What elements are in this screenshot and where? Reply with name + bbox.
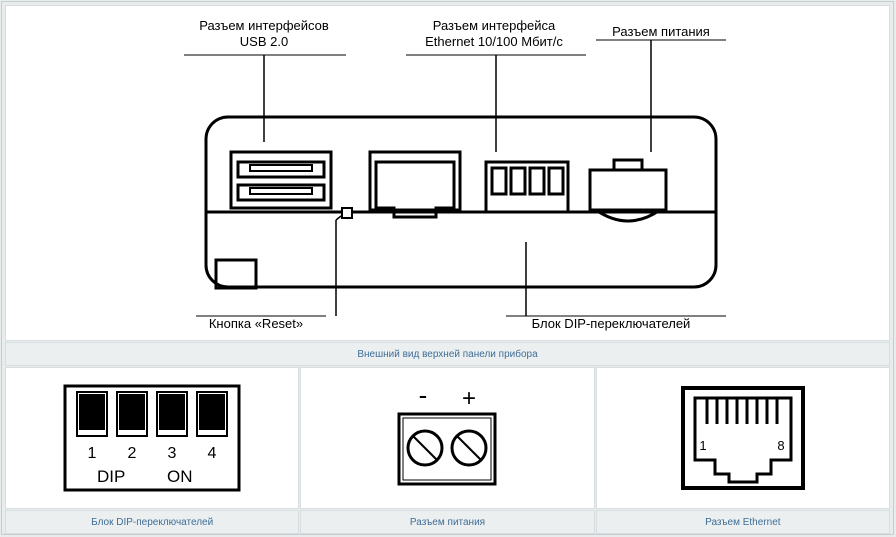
dip-num-1: 1 — [88, 445, 97, 462]
dip-detail-svg: 1 2 3 4 DIP ON — [57, 378, 247, 498]
ethernet-port-icon — [370, 152, 460, 217]
detail3-caption: Разъем Ethernet — [596, 510, 890, 534]
minus-label: - — [419, 380, 428, 410]
detail1-caption: Блок DIP-переключателей — [5, 510, 299, 534]
detail-row: 1 2 3 4 DIP ON - + — [5, 367, 890, 509]
dip-num-4: 4 — [208, 445, 217, 462]
dip-num-3: 3 — [168, 445, 177, 462]
detail-ethernet-cell: 1 8 — [596, 367, 890, 509]
device-top-panel-svg — [176, 12, 736, 332]
reset-button-icon — [342, 208, 352, 218]
pin-first: 1 — [699, 438, 706, 453]
main-diagram-panel: Разъем интерфейсов USB 2.0 Разъем интерф… — [5, 5, 890, 341]
dip-num-2: 2 — [128, 445, 137, 462]
dip-block-icon — [486, 162, 568, 212]
frame: Разъем интерфейсов USB 2.0 Разъем интерф… — [1, 1, 894, 535]
usb-port-icon — [231, 152, 331, 208]
detail2-caption: Разъем питания — [300, 510, 594, 534]
main-caption: Внешний вид верхней панели прибора — [5, 342, 890, 366]
power-detail-svg: - + — [387, 378, 507, 498]
dip-label-right: ON — [167, 467, 193, 486]
ethernet-detail-svg: 1 8 — [673, 378, 813, 498]
detail-caption-row: Блок DIP-переключателей Разъем питания Р… — [5, 510, 890, 534]
pin-last: 8 — [777, 438, 784, 453]
detail-power-cell: - + — [300, 367, 594, 509]
plus-label: + — [462, 385, 476, 412]
dip-label-left: DIP — [97, 467, 125, 486]
detail-dip-cell: 1 2 3 4 DIP ON — [5, 367, 299, 509]
